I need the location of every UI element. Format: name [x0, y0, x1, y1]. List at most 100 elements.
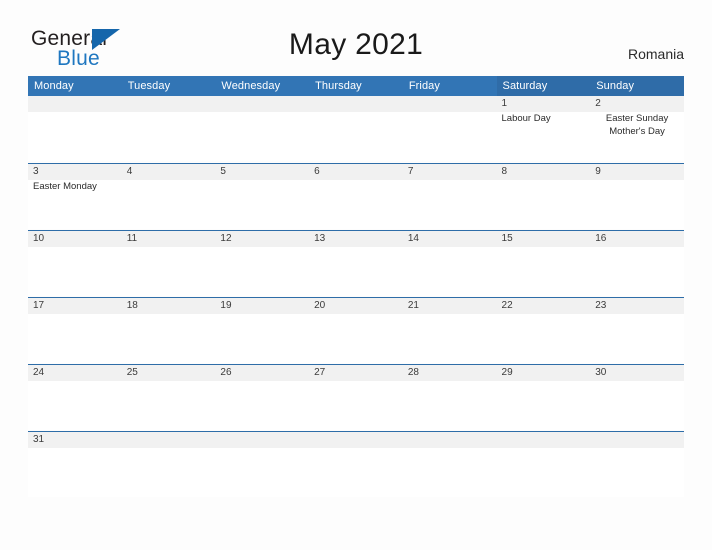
day-number[interactable]: 2 [590, 96, 684, 112]
day-number-empty [403, 96, 497, 112]
day-cell-friday[interactable] [403, 314, 497, 363]
day-cell-wednesday[interactable] [215, 381, 309, 430]
day-number[interactable]: 23 [590, 298, 684, 314]
day-cell-saturday[interactable] [497, 247, 591, 296]
day-number[interactable]: 13 [309, 231, 403, 247]
day-number[interactable]: 6 [309, 164, 403, 180]
day-number[interactable]: 11 [122, 231, 216, 247]
day-cell-friday[interactable] [403, 180, 497, 229]
week-date-band: 12 [28, 96, 684, 112]
day-number[interactable]: 30 [590, 365, 684, 381]
day-number[interactable]: 31 [28, 432, 122, 448]
day-number[interactable]: 3 [28, 164, 122, 180]
calendar-week-row: 31 [28, 431, 684, 498]
day-cell-monday[interactable] [28, 381, 122, 430]
weekday-header-thursday: Thursday [315, 80, 362, 92]
day-cell-thursday[interactable] [309, 381, 403, 430]
day-event: Easter Sunday [605, 113, 669, 124]
week-date-band: 3456789 [28, 164, 684, 180]
day-number[interactable]: 18 [122, 298, 216, 314]
day-cell-monday[interactable] [28, 112, 122, 161]
weekday-header-friday: Friday [408, 80, 440, 92]
day-cell-sunday[interactable]: Easter Sunday Mother's Day [590, 112, 684, 161]
day-cell-saturday[interactable] [497, 180, 591, 229]
day-cell-thursday[interactable] [309, 180, 403, 229]
day-number[interactable]: 15 [497, 231, 591, 247]
weekday-header-sunday: Sunday [590, 76, 684, 96]
day-number[interactable]: 27 [309, 365, 403, 381]
day-cell-saturday[interactable] [497, 448, 591, 497]
day-number[interactable]: 21 [403, 298, 497, 314]
day-number[interactable]: 14 [403, 231, 497, 247]
day-number[interactable]: 7 [403, 164, 497, 180]
day-number[interactable]: 17 [28, 298, 122, 314]
day-number-empty [403, 432, 497, 448]
day-cell-sunday[interactable] [590, 247, 684, 296]
day-number[interactable]: 1 [497, 96, 591, 112]
day-number[interactable]: 12 [215, 231, 309, 247]
day-number[interactable]: 4 [122, 164, 216, 180]
calendar-weeks: 1 2 Labour Day Easter Sunday Mother's Day 3 4 5… [28, 96, 684, 498]
day-cell-sunday[interactable] [590, 180, 684, 229]
day-cell-thursday[interactable] [309, 314, 403, 363]
day-cell-monday[interactable] [28, 314, 122, 363]
calendar-week-row: 3 4 5 6 7 8 9 Easter Monday [28, 163, 684, 230]
day-number-empty [497, 432, 591, 448]
day-cell-saturday[interactable] [497, 381, 591, 430]
week-event-band: Labour Day Easter Sunday Mother's Day [28, 112, 684, 161]
day-number[interactable]: 8 [497, 164, 591, 180]
week-date-band: 31 [28, 432, 684, 448]
day-number[interactable]: 5 [215, 164, 309, 180]
weekday-header-row: Monday Tuesday Wednesday Thursday Friday… [28, 76, 684, 96]
day-cell-friday[interactable] [403, 448, 497, 497]
week-date-band: 10 11 12 13 14 15 16 [28, 231, 684, 247]
day-cell-thursday[interactable] [309, 448, 403, 497]
day-number[interactable]: 19 [215, 298, 309, 314]
day-number-empty [122, 432, 216, 448]
day-cell-tuesday[interactable] [122, 314, 216, 363]
day-number[interactable]: 10 [28, 231, 122, 247]
day-event: Mother's Day [609, 125, 665, 137]
day-cell-sunday[interactable] [590, 314, 684, 363]
day-cell-tuesday[interactable] [122, 180, 216, 229]
day-number[interactable]: 25 [122, 365, 216, 381]
day-cell-thursday[interactable] [309, 112, 403, 161]
weekday-header-monday: Monday [34, 80, 74, 92]
day-event: Easter Monday [33, 181, 97, 192]
day-number-empty [309, 96, 403, 112]
day-number[interactable]: 16 [590, 231, 684, 247]
day-cell-wednesday[interactable] [215, 112, 309, 161]
day-cell-sunday[interactable] [590, 448, 684, 497]
weekday-header-tuesday: Tuesday [127, 80, 171, 92]
day-number[interactable]: 22 [497, 298, 591, 314]
day-number[interactable]: 24 [28, 365, 122, 381]
day-cell-wednesday[interactable] [215, 314, 309, 363]
day-cell-tuesday[interactable] [122, 112, 216, 161]
day-number[interactable]: 29 [497, 365, 591, 381]
day-event: Labour Day [501, 113, 551, 124]
day-cell-thursday[interactable] [309, 247, 403, 296]
day-number[interactable]: 20 [309, 298, 403, 314]
day-cell-tuesday[interactable] [122, 247, 216, 296]
calendar-week-row: 10 11 12 13 14 15 16 [28, 230, 684, 297]
day-cell-wednesday[interactable] [215, 247, 309, 296]
day-cell-wednesday[interactable] [215, 448, 309, 497]
day-cell-saturday[interactable]: Labour Day [497, 112, 591, 161]
day-cell-friday[interactable] [403, 112, 497, 161]
day-cell-monday[interactable]: Easter Monday [28, 180, 122, 229]
day-number[interactable]: 28 [403, 365, 497, 381]
day-cell-wednesday[interactable] [215, 180, 309, 229]
day-number[interactable]: 26 [215, 365, 309, 381]
calendar-week-row: 1 2 Labour Day Easter Sunday Mother's Day [28, 96, 684, 163]
day-number[interactable]: 9 [590, 164, 684, 180]
day-cell-tuesday[interactable] [122, 381, 216, 430]
day-cell-monday[interactable] [28, 247, 122, 296]
day-cell-friday[interactable] [403, 381, 497, 430]
day-cell-friday[interactable] [403, 247, 497, 296]
day-number-empty [309, 432, 403, 448]
week-date-band: 17 18 19 20 21 22 23 [28, 298, 684, 314]
day-cell-monday[interactable] [28, 448, 122, 497]
day-cell-saturday[interactable] [497, 314, 591, 363]
day-cell-tuesday[interactable] [122, 448, 216, 497]
day-cell-sunday[interactable] [590, 381, 684, 430]
